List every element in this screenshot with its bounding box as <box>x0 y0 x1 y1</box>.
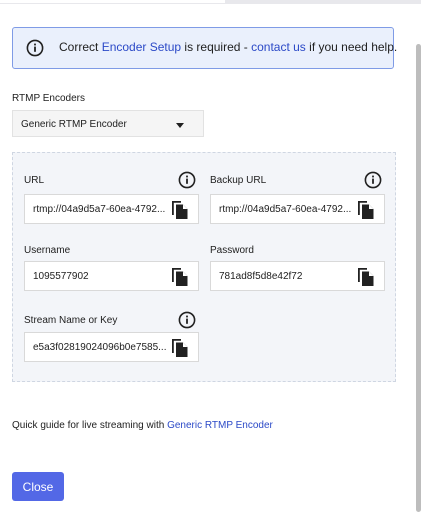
stream-key-label: Stream Name or Key <box>24 315 118 326</box>
close-button[interactable]: Close <box>12 472 64 501</box>
credentials-panel: URL rtmp://04a9d5a7-60ea-4792... Backup … <box>12 152 396 382</box>
copy-backup-url-icon[interactable] <box>357 200 375 220</box>
copy-username-icon[interactable] <box>171 267 189 287</box>
copy-password-icon[interactable] <box>357 267 375 287</box>
top-strip <box>0 0 421 4</box>
url-info-icon[interactable] <box>178 171 196 189</box>
encoder-select[interactable]: Generic RTMP Encoder <box>12 110 204 137</box>
encoder-setup-link[interactable]: Encoder Setup <box>102 40 181 54</box>
chevron-down-icon <box>176 123 184 128</box>
username-field[interactable]: 1095577902 <box>24 261 199 291</box>
stream-key-info-icon[interactable] <box>178 311 196 329</box>
backup-url-field[interactable]: rtmp://04a9d5a7-60ea-4792... <box>210 194 385 224</box>
username-label: Username <box>24 245 71 256</box>
contact-us-link[interactable]: contact us <box>251 40 306 54</box>
stream-settings-dialog: Correct Encoder Setup is required - cont… <box>0 0 421 512</box>
url-label: URL <box>24 175 45 186</box>
copy-stream-key-icon[interactable] <box>171 338 189 358</box>
encoder-select-value: Generic RTMP Encoder <box>21 119 127 130</box>
rtmp-encoders-label: RTMP Encoders <box>12 93 85 104</box>
info-icon <box>26 39 44 62</box>
password-label: Password <box>210 245 254 256</box>
backup-url-info-icon[interactable] <box>364 171 382 189</box>
password-field[interactable]: 781ad8f5d8e42f72 <box>210 261 385 291</box>
banner-text: Correct Encoder Setup is required - cont… <box>59 40 398 54</box>
quick-guide-link[interactable]: Generic RTMP Encoder <box>167 420 273 431</box>
scrollbar-thumb[interactable] <box>416 44 421 512</box>
url-field[interactable]: rtmp://04a9d5a7-60ea-4792... <box>24 194 199 224</box>
scrollbar[interactable] <box>415 4 421 512</box>
copy-url-icon[interactable] <box>171 200 189 220</box>
stream-key-field[interactable]: e5a3f02819024096b0e7585... <box>24 332 199 362</box>
quick-guide-text: Quick guide for live streaming with Gene… <box>12 420 273 431</box>
info-banner: Correct Encoder Setup is required - cont… <box>12 27 398 69</box>
backup-url-label: Backup URL <box>210 175 267 186</box>
